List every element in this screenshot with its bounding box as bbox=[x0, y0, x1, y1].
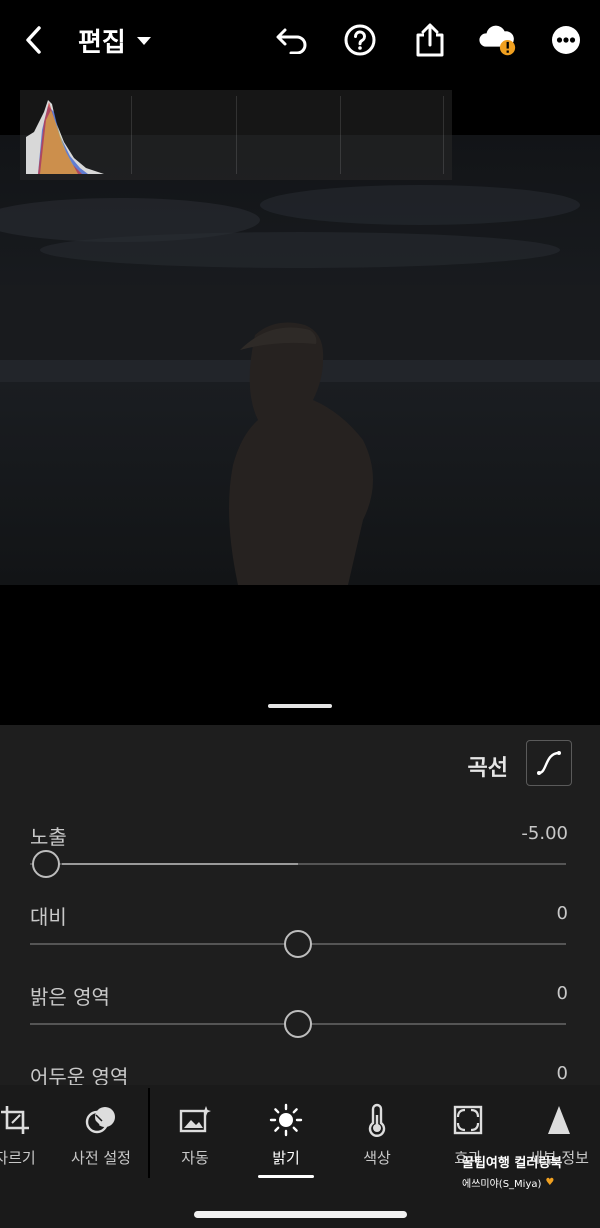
tone-curve-icon bbox=[537, 751, 561, 775]
home-indicator-area bbox=[0, 1190, 600, 1228]
help-icon bbox=[344, 24, 376, 56]
slider-thumb[interactable] bbox=[284, 930, 312, 958]
help-button[interactable] bbox=[340, 20, 380, 60]
tab-divider bbox=[148, 1088, 150, 1178]
watermark-author: 에쓰미야(S_Miya) bbox=[462, 1179, 542, 1190]
cloud-alert-icon bbox=[479, 25, 516, 56]
histogram-gridline bbox=[443, 96, 444, 174]
slider-value: 0 bbox=[556, 1063, 568, 1084]
slider-label: 밝은 영역 bbox=[30, 985, 110, 1009]
tab-label: 자동 bbox=[181, 1149, 209, 1167]
watermark: 꿀팁여행 컬러링북 에쓰미야(S_Miya) ♥ bbox=[462, 1152, 582, 1190]
slider-track[interactable] bbox=[30, 1010, 566, 1038]
slider-thumb[interactable] bbox=[284, 1010, 312, 1038]
highlights-slider-row: 밝은 영역 0 bbox=[0, 981, 600, 1051]
tab-label: 사전 설정 bbox=[71, 1149, 131, 1167]
back-button[interactable] bbox=[14, 20, 54, 60]
slider-label: 대비 bbox=[30, 905, 67, 929]
tab-auto[interactable]: 자동 bbox=[150, 1103, 240, 1168]
tab-crop[interactable]: 자르기 bbox=[0, 1103, 60, 1168]
tab-presets[interactable]: 사전 설정 bbox=[56, 1103, 146, 1168]
slider-thumb[interactable] bbox=[32, 850, 60, 878]
watermark-title: 꿀팁여행 컬러링북 bbox=[462, 1156, 563, 1171]
undo-button[interactable] bbox=[272, 20, 312, 60]
crop-icon bbox=[1, 1106, 29, 1134]
heart-icon: ♥ bbox=[545, 1177, 555, 1188]
tone-curve-button[interactable] bbox=[526, 740, 572, 786]
photo-canvas[interactable] bbox=[0, 135, 600, 585]
histogram-gridline bbox=[131, 96, 132, 174]
cloud-sync-button[interactable] bbox=[478, 20, 518, 60]
histogram bbox=[20, 90, 452, 180]
light-icon bbox=[269, 1103, 303, 1137]
slider-track[interactable] bbox=[30, 850, 566, 878]
color-thermometer-icon bbox=[368, 1103, 386, 1137]
histogram-gridline bbox=[236, 96, 237, 174]
slider-track[interactable] bbox=[30, 930, 566, 958]
slider-fill bbox=[62, 863, 298, 865]
histogram-gridline bbox=[340, 96, 341, 174]
presets-icon bbox=[85, 1107, 115, 1134]
chevron-left-icon bbox=[26, 26, 41, 54]
page-title: 편집 bbox=[78, 28, 126, 58]
slider-value: 0 bbox=[556, 983, 568, 1004]
active-tab-indicator bbox=[258, 1175, 314, 1178]
caret-down-icon bbox=[136, 36, 151, 45]
detail-icon bbox=[548, 1106, 570, 1134]
more-button[interactable] bbox=[546, 20, 586, 60]
more-icon bbox=[552, 26, 580, 54]
histogram-graph bbox=[26, 100, 104, 174]
share-button[interactable] bbox=[410, 20, 450, 60]
photo-image bbox=[0, 135, 600, 585]
panel-drag-handle[interactable] bbox=[268, 704, 332, 708]
light-adjustment-panel: 곡선 노출 -5.00 대비 0 밝은 영역 0 어두운 영역 0 bbox=[0, 725, 600, 1089]
tab-label: 색상 bbox=[363, 1149, 391, 1167]
tab-label: 밝기 bbox=[272, 1149, 300, 1167]
auto-icon bbox=[179, 1106, 211, 1133]
edit-menu[interactable]: 편집 bbox=[78, 22, 152, 59]
tab-label: 자르기 bbox=[0, 1149, 36, 1167]
top-bar: 편집 bbox=[0, 0, 600, 80]
contrast-slider-row: 대비 0 bbox=[0, 901, 600, 971]
exposure-slider-row: 노출 -5.00 bbox=[0, 821, 600, 891]
home-indicator[interactable] bbox=[194, 1211, 407, 1218]
curve-label: 곡선 bbox=[467, 756, 508, 781]
share-icon bbox=[416, 23, 444, 57]
slider-label: 노출 bbox=[30, 825, 67, 849]
tab-color[interactable]: 색상 bbox=[332, 1103, 422, 1168]
slider-value: -5.00 bbox=[521, 823, 568, 844]
undo-icon bbox=[276, 28, 307, 54]
tab-light[interactable]: 밝기 bbox=[241, 1103, 331, 1168]
effects-icon bbox=[453, 1105, 483, 1135]
slider-value: 0 bbox=[556, 903, 568, 924]
